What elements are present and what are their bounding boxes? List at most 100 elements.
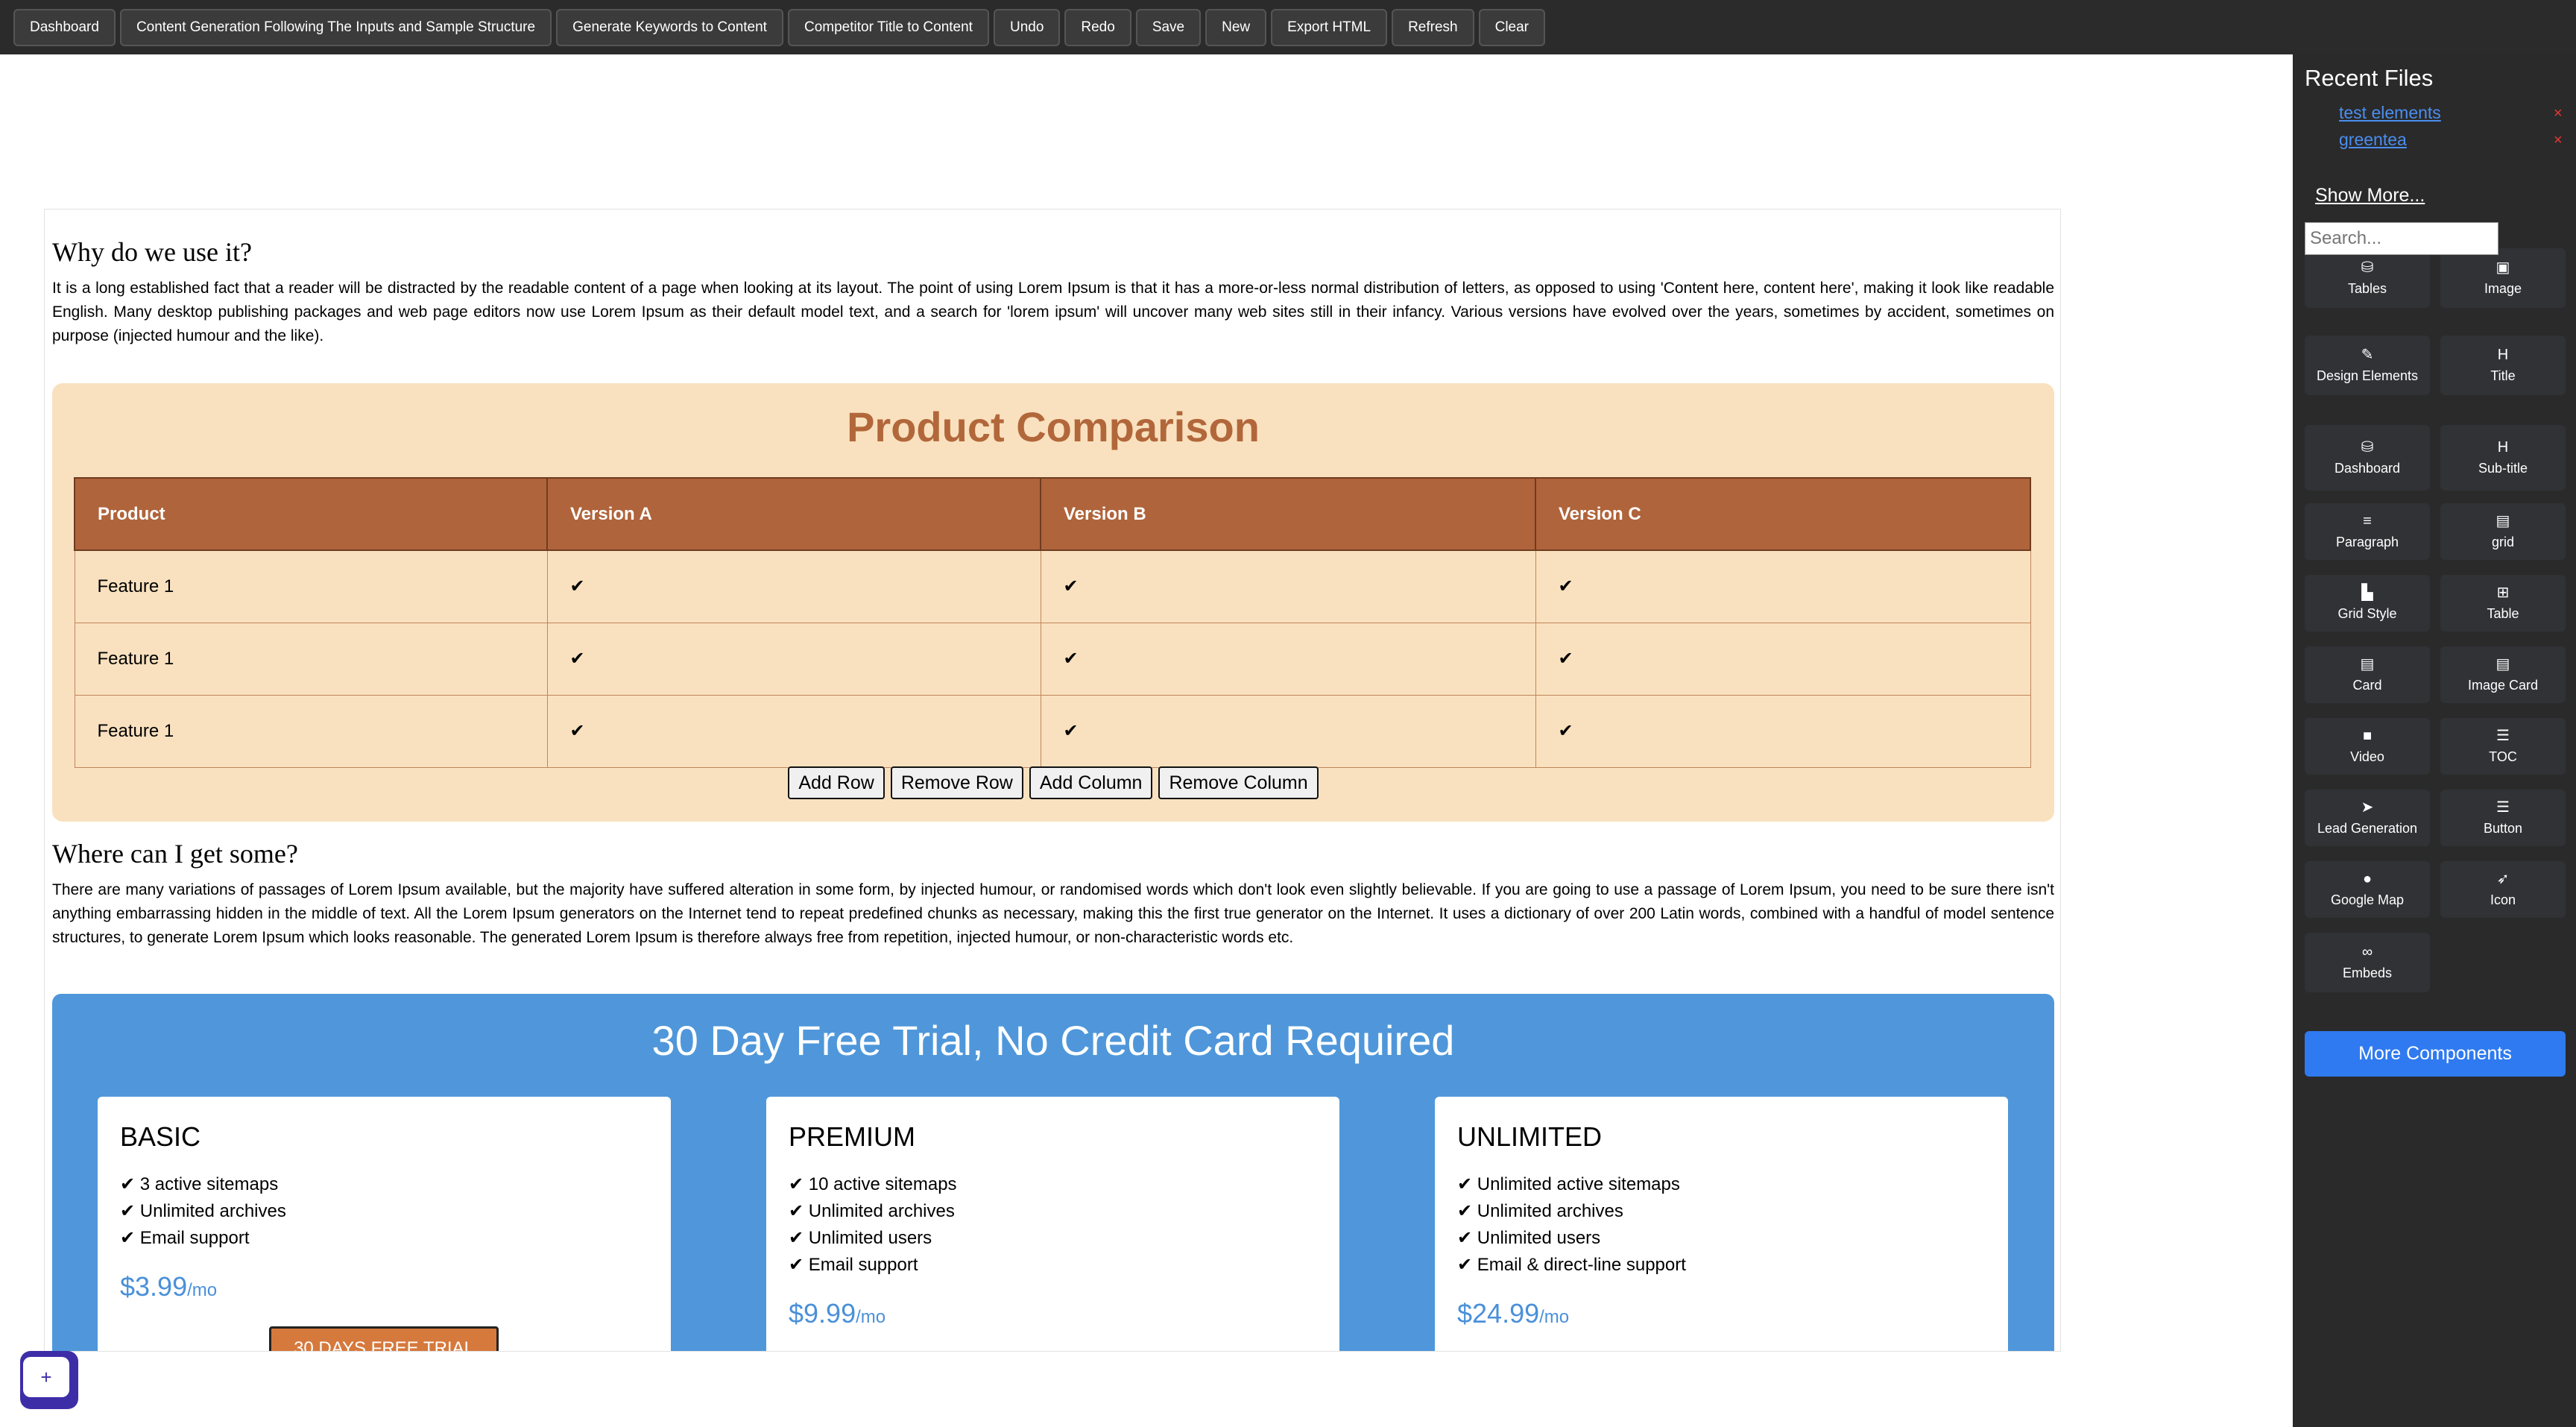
component-label: Table <box>2487 605 2519 621</box>
component-label: Video <box>2350 749 2384 764</box>
recent-file-link[interactable]: test elements <box>2339 103 2441 123</box>
export-html-button[interactable]: Export HTML <box>1271 8 1388 46</box>
send-icon: ➤ <box>2361 798 2374 816</box>
add-row-button[interactable]: Add Row <box>788 766 885 799</box>
plan-feature: ✔ Unlimited users <box>789 1228 932 1248</box>
component-icon[interactable]: ➶ Icon <box>2440 861 2566 918</box>
show-more-link[interactable]: Show More... <box>2315 185 2425 207</box>
component-label: Embeds <box>2342 965 2393 980</box>
free-trial-button[interactable]: 30 DAYS FREE TRIAL <box>269 1326 499 1351</box>
table-controls: Add Row Remove Row Add Column Remove Col… <box>52 766 2054 799</box>
remove-file-icon[interactable]: × <box>2554 105 2563 122</box>
component-grid[interactable]: ▤ grid <box>2440 503 2566 560</box>
generate-keywords-button[interactable]: Generate Keywords to Content <box>556 8 783 46</box>
component-sub-title[interactable]: H Sub-title <box>2440 425 2566 491</box>
component-embeds[interactable]: ∞ Embeds <box>2305 933 2430 992</box>
content-generation-button[interactable]: Content Generation Following The Inputs … <box>119 8 552 46</box>
link-icon: ∞ <box>2361 943 2373 960</box>
section-paragraph: There are many variations of passages of… <box>52 881 2054 946</box>
column-header: Version C <box>1535 477 2031 551</box>
refresh-button[interactable]: Refresh <box>1392 8 1474 46</box>
clear-button[interactable]: Clear <box>1478 8 1545 46</box>
dashboard-button[interactable]: Dashboard <box>13 8 116 46</box>
plan-price: $24.99/mo <box>1457 1298 1569 1329</box>
component-card[interactable]: ▤ Card <box>2305 646 2430 703</box>
brush-icon: ✎ <box>2361 346 2374 363</box>
component-title[interactable]: H Title <box>2440 336 2566 395</box>
list-icon: ☰ <box>2496 727 2510 744</box>
plus-icon: + <box>23 1357 69 1397</box>
plan-feature: ✔ Unlimited archives <box>120 1201 286 1221</box>
redo-button[interactable]: Redo <box>1064 8 1131 46</box>
remove-row-button[interactable]: Remove Row <box>890 766 1023 799</box>
paragraph-icon: ≡ <box>2363 512 2372 529</box>
floating-add-button[interactable]: + <box>20 1351 78 1409</box>
table-icon: ⊞ <box>2496 584 2510 601</box>
map-pin-icon: ● <box>2362 870 2373 887</box>
component-label: Paragraph <box>2335 534 2399 549</box>
plan-feature: ✔ Unlimited active sitemaps <box>1457 1174 1680 1194</box>
component-table[interactable]: ⊞ Table <box>2440 575 2566 631</box>
component-tables[interactable]: ⛁ Tables <box>2305 248 2430 308</box>
component-paragraph[interactable]: ≡ Paragraph <box>2305 503 2430 560</box>
component-grid-style[interactable]: ▙ Grid Style <box>2305 575 2430 631</box>
component-google-map[interactable]: ● Google Map <box>2305 861 2430 918</box>
plan-card-basic: BASIC ✔ 3 active sitemaps ✔ Unlimited ar… <box>98 1097 671 1351</box>
component-label: Image <box>2484 280 2522 296</box>
table-row: Feature 1 ✔ ✔ ✔ <box>74 549 2031 623</box>
plan-price: $9.99/mo <box>789 1298 886 1329</box>
component-search-input[interactable] <box>2305 222 2498 255</box>
component-label: Grid Style <box>2337 605 2397 621</box>
section-paragraph: It is a long established fact that a rea… <box>52 280 2054 344</box>
component-image-card[interactable]: ▤ Image Card <box>2440 646 2566 703</box>
plan-features: ✔ 3 active sitemaps ✔ Unlimited archives… <box>120 1171 286 1252</box>
remove-column-button[interactable]: Remove Column <box>1158 766 1319 799</box>
undo-button[interactable]: Undo <box>993 8 1061 46</box>
component-design-elements[interactable]: ✎ Design Elements <box>2305 336 2430 395</box>
editor-canvas: Why do we use it? It is a long establish… <box>44 209 2061 1352</box>
component-label: Title <box>2490 368 2516 383</box>
component-button[interactable]: ☰ Button <box>2440 790 2566 846</box>
save-button[interactable]: Save <box>1135 8 1202 46</box>
recent-files-title: Recent Files <box>2305 65 2434 91</box>
add-column-button[interactable]: Add Column <box>1029 766 1153 799</box>
image-icon: ▣ <box>2496 259 2510 276</box>
heading-icon: H <box>2497 438 2509 456</box>
component-toc[interactable]: ☰ TOC <box>2440 718 2566 775</box>
table-cell: ✔ <box>546 549 1041 623</box>
comparison-title: Product Comparison <box>847 403 1260 450</box>
component-label: Google Map <box>2330 892 2405 907</box>
section-heading: Why do we use it? <box>52 237 252 267</box>
remove-file-icon[interactable]: × <box>2554 132 2563 149</box>
more-components-button[interactable]: More Components <box>2305 1031 2566 1077</box>
component-label: Button <box>2483 820 2523 836</box>
component-image[interactable]: ▣ Image <box>2440 248 2566 308</box>
price-amount: $24.99 <box>1457 1298 1540 1329</box>
component-label: Tables <box>2347 280 2387 296</box>
heading-icon: H <box>2497 346 2509 363</box>
chart-icon: ▙ <box>2361 584 2373 601</box>
component-lead-generation[interactable]: ➤ Lead Generation <box>2305 790 2430 846</box>
price-period: /mo <box>187 1280 218 1300</box>
column-header: Product <box>74 477 548 551</box>
new-button[interactable]: New <box>1205 8 1267 46</box>
competitor-title-button[interactable]: Competitor Title to Content <box>787 8 989 46</box>
plan-feature: ✔ Email & direct-line support <box>1457 1255 1686 1275</box>
price-amount: $9.99 <box>789 1298 856 1329</box>
recent-file-link[interactable]: greentea <box>2339 130 2407 150</box>
rocket-icon: ➶ <box>2496 870 2510 887</box>
component-video[interactable]: ■ Video <box>2305 718 2430 775</box>
component-dashboard[interactable]: ⛁ Dashboard <box>2305 425 2430 491</box>
table-cell: ✔ <box>546 622 1041 696</box>
price-period: /mo <box>856 1307 886 1327</box>
product-comparison-block: Product Comparison Product Version A Ver… <box>52 383 2054 822</box>
table-cell: Feature 1 <box>74 549 548 623</box>
component-label: grid <box>2491 534 2514 549</box>
plan-card-premium: PREMIUM ✔ 10 active sitemaps ✔ Unlimited… <box>766 1097 1339 1351</box>
plan-features: ✔ Unlimited active sitemaps ✔ Unlimited … <box>1457 1171 1686 1279</box>
pricing-title: 30 Day Free Trial, No Credit Card Requir… <box>651 1017 1455 1064</box>
column-header: Version B <box>1040 477 1536 551</box>
plan-price: $3.99/mo <box>120 1271 217 1302</box>
table-cell: ✔ <box>1535 549 2031 623</box>
component-label: Sub-title <box>2478 460 2528 476</box>
